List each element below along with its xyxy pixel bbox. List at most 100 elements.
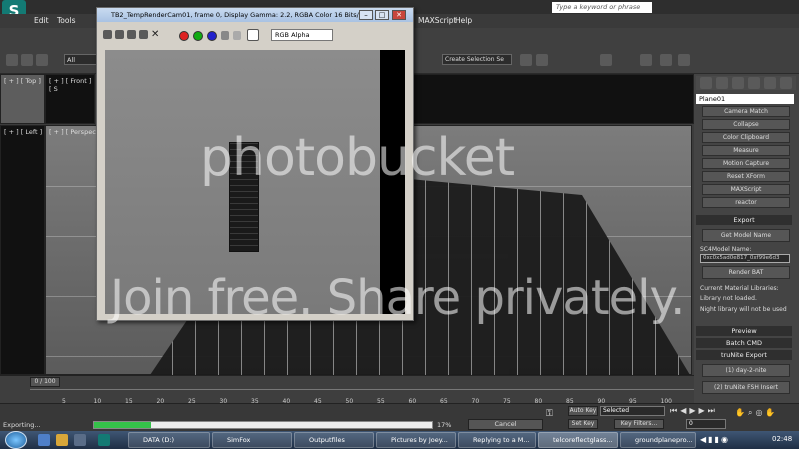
viewport-front[interactable]: [ + ] [ Front ] [ S [45, 74, 95, 124]
create-tab-icon[interactable] [700, 77, 712, 89]
viewport-top[interactable]: [ + ] [ Top ] [0, 74, 45, 124]
menu-help[interactable]: Help [455, 16, 472, 25]
swatch-icon[interactable] [247, 29, 259, 41]
render-production-icon[interactable] [678, 54, 690, 66]
command-panel: Plane01 Camera Match Collapse Color Clip… [694, 74, 799, 414]
close-button[interactable]: ✕ [392, 10, 406, 20]
monochrome-icon[interactable] [233, 31, 241, 40]
ie-icon[interactable] [38, 434, 50, 446]
trunite-export-rollout[interactable]: truNite Export [696, 350, 792, 360]
menu-maxscript[interactable]: MAXScript [418, 16, 457, 25]
taskbar-item-pictures[interactable]: Pictures by Joey... [376, 432, 456, 448]
mirror-icon[interactable] [520, 54, 532, 66]
minimize-button[interactable]: – [359, 10, 373, 20]
taskbar-item-groundplane[interactable]: groundplanepro... [620, 432, 696, 448]
green-channel-toggle[interactable] [193, 31, 203, 41]
measure-button[interactable]: Measure [702, 145, 790, 156]
render-bat-button[interactable]: Render BAT [702, 266, 790, 279]
taskbar-item-outputfiles[interactable]: Outputfiles [294, 432, 374, 448]
taskbar-item-data-drive[interactable]: DATA (D:) [128, 432, 210, 448]
key-icon: ⚿ [546, 409, 553, 419]
get-model-name-button[interactable]: Get Model Name [702, 229, 790, 242]
batch-cmd-rollout[interactable]: Batch CMD [696, 338, 792, 348]
blue-channel-toggle[interactable] [207, 31, 217, 41]
save-image-icon[interactable] [103, 30, 112, 39]
export-rollout[interactable]: Export [696, 215, 792, 225]
copy-image-icon[interactable] [115, 30, 124, 39]
clone-window-icon[interactable] [127, 30, 136, 39]
viewport-top-label: [ + ] [ Top ] [4, 77, 41, 85]
viewport-nav-controls[interactable]: ✋⌕◎✋ [735, 408, 778, 418]
search-input[interactable]: Type a keyword or phrase [552, 2, 652, 13]
clear-icon[interactable]: ✕ [151, 29, 159, 40]
object-name-field[interactable]: Plane01 [696, 94, 794, 104]
render-frame-icon[interactable] [660, 54, 672, 66]
unlink-icon[interactable] [21, 54, 33, 66]
sc4-model-name-field[interactable]: 0xc0x5ad0e817_0xf99e6d3 [700, 254, 790, 263]
link-icon[interactable] [6, 54, 18, 66]
align-icon[interactable] [536, 54, 548, 66]
color-clipboard-button[interactable]: Color Clipboard [702, 132, 790, 143]
menu-tools[interactable]: Tools [57, 16, 75, 25]
timeline[interactable]: 0 / 100 5 10 15 20 25 30 35 40 45 50 55 60 65 70 75 80 8… [0, 375, 694, 405]
watermark-tagline: Join free. Share privately. [110, 270, 685, 326]
collapse-button[interactable]: Collapse [702, 119, 790, 130]
clock: 02:48 [772, 435, 793, 443]
sc4-model-name-label: SC4Model Name: [700, 246, 752, 253]
render-setup-icon[interactable] [640, 54, 652, 66]
display-tab-icon[interactable] [764, 77, 776, 89]
key-set-dropdown[interactable]: Selected [600, 406, 665, 416]
material-editor-icon[interactable] [600, 54, 612, 66]
display-channel-dropdown[interactable]: RGB Alpha [271, 29, 333, 41]
taskbar-item-replying[interactable]: Replying to a M... [458, 432, 536, 448]
taskbar-item-simfox[interactable]: SimFox [212, 432, 292, 448]
motion-capture-button[interactable]: Motion Capture [702, 158, 790, 169]
taskbar-item-telcoreflect[interactable]: telcoreflectglass... [538, 432, 618, 448]
set-key-button[interactable]: Set Key [568, 419, 598, 429]
start-button[interactable] [5, 431, 27, 449]
library-status-text: Library not loaded. [700, 295, 757, 302]
status-bar: Exporting... 17% Cancel ⚿ Auto Key Selec… [0, 403, 799, 431]
restore-button[interactable]: □ [375, 10, 389, 20]
red-channel-toggle[interactable] [179, 31, 189, 41]
time-slider[interactable]: 0 / 100 [30, 377, 60, 387]
viewport-left[interactable]: [ + ] [ Left ] [0, 125, 45, 375]
menu-edit[interactable]: Edit [34, 16, 49, 25]
media-player-icon[interactable] [74, 434, 86, 446]
motion-tab-icon[interactable] [748, 77, 760, 89]
alpha-toggle-icon[interactable] [221, 31, 229, 40]
viewport-front-label: [ + ] [ Front ] [ S [49, 77, 92, 93]
bind-icon[interactable] [36, 54, 48, 66]
day-2-nite-button[interactable]: (1) day-2-nite [702, 364, 790, 377]
render-toolbar: ✕ [101, 28, 411, 44]
export-progress-fill [94, 422, 152, 428]
command-panel-tabs [696, 76, 796, 90]
modify-tab-icon[interactable] [716, 77, 728, 89]
exporting-status: Exporting... [3, 421, 41, 429]
camera-match-button[interactable]: Camera Match [702, 106, 790, 117]
windows-taskbar: DATA (D:) SimFox Outputfiles Pictures by… [0, 431, 799, 449]
maxscript-button[interactable]: MAXScript [702, 184, 790, 195]
selection-set-dropdown[interactable]: Create Selection Se [442, 54, 512, 65]
progress-percent: 17% [437, 421, 452, 429]
tray-icons[interactable]: ◀▮▮◉ [700, 435, 730, 444]
reactor-button[interactable]: reactor [702, 197, 790, 208]
watermark-photobucket: photobucket [200, 128, 515, 188]
cancel-button[interactable]: Cancel [468, 419, 543, 430]
current-frame-field[interactable]: 0 [686, 419, 726, 429]
fsh-insert-button[interactable]: (2) truNite FSH Insert [702, 381, 790, 394]
3dsmax-icon[interactable] [98, 434, 110, 446]
viewport-left-label: [ + ] [ Left ] [4, 128, 43, 136]
print-icon[interactable] [139, 30, 148, 39]
timeline-track [30, 389, 694, 390]
reset-xform-button[interactable]: Reset XForm [702, 171, 790, 182]
hierarchy-tab-icon[interactable] [732, 77, 744, 89]
utilities-tab-icon[interactable] [780, 77, 792, 89]
auto-key-button[interactable]: Auto Key [568, 406, 598, 416]
preview-rollout[interactable]: Preview [696, 326, 792, 336]
night-library-text: Night library will not be used [700, 306, 787, 313]
playback-controls[interactable]: ⏮◀▶▶⏭ [670, 406, 718, 416]
viewport-front-visible[interactable] [412, 74, 694, 124]
explorer-icon[interactable] [56, 434, 68, 446]
key-filters-button[interactable]: Key Filters... [614, 419, 664, 429]
